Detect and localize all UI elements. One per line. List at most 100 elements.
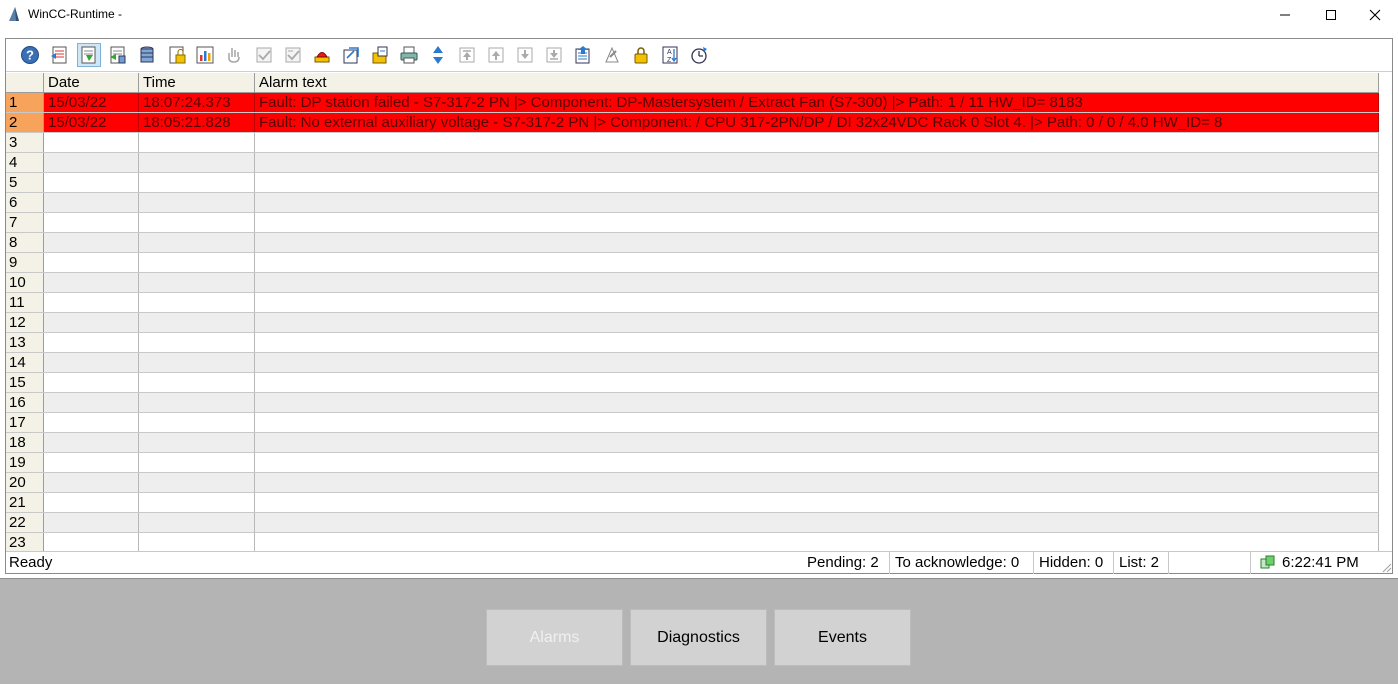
cell-alarm-text xyxy=(255,273,1379,292)
table-row[interactable]: 1 15/03/22 18:07:24.373 Fault: DP station f… xyxy=(6,93,1392,113)
row-number: 16 xyxy=(6,393,44,412)
table-row[interactable]: 19 xyxy=(6,453,1392,473)
cell-date xyxy=(44,533,139,551)
row-number: 2 xyxy=(6,113,44,132)
cell-time xyxy=(139,133,255,152)
cell-alarm-text xyxy=(255,233,1379,252)
row-number: 8 xyxy=(6,233,44,252)
window-title: WinCC-Runtime - xyxy=(28,7,123,21)
info-text-button[interactable] xyxy=(571,43,595,67)
print-icon xyxy=(400,46,418,64)
table-row[interactable]: 5 xyxy=(6,173,1392,193)
cell-date xyxy=(44,413,139,432)
cell-alarm-text: Fault: DP station failed - S7-317-2 PN |… xyxy=(255,93,1379,112)
cell-date xyxy=(44,173,139,192)
column-header-alarm-text[interactable]: Alarm text xyxy=(255,73,1379,93)
last-message-icon xyxy=(546,47,562,63)
horn-button[interactable] xyxy=(310,43,334,67)
table-row[interactable]: 3 xyxy=(6,133,1392,153)
vertical-scrollbar[interactable] xyxy=(1379,73,1392,551)
previous-message-button[interactable] xyxy=(484,43,508,67)
svg-text:Z: Z xyxy=(667,57,672,64)
resize-grip-icon[interactable] xyxy=(1380,561,1392,573)
minimize-button[interactable] xyxy=(1262,0,1308,30)
close-button[interactable] xyxy=(1352,0,1398,30)
time-base-icon xyxy=(691,47,707,64)
row-number: 18 xyxy=(6,433,44,452)
alarms-button[interactable]: Alarms xyxy=(486,609,623,666)
locked-list-button[interactable] xyxy=(165,43,189,67)
lock-button[interactable] xyxy=(629,43,653,67)
hit-list-button[interactable] xyxy=(193,43,217,67)
next-message-button[interactable] xyxy=(513,43,537,67)
cell-time xyxy=(139,273,255,292)
single-acknowledge-button[interactable] xyxy=(222,43,246,67)
cell-date xyxy=(44,313,139,332)
table-row[interactable]: 18 xyxy=(6,433,1392,453)
table-row[interactable]: 17 xyxy=(6,413,1392,433)
maximize-button[interactable] xyxy=(1308,0,1354,30)
first-message-button[interactable] xyxy=(455,43,479,67)
short-term-archive-button[interactable] xyxy=(106,43,130,67)
column-header-time[interactable]: Time xyxy=(139,73,255,93)
status-to-acknowledge: To acknowledge: 0 xyxy=(889,552,1024,574)
row-number: 6 xyxy=(6,193,44,212)
table-row[interactable]: 13 xyxy=(6,333,1392,353)
single-acknowledge-icon xyxy=(228,48,240,63)
table-row[interactable]: 11 xyxy=(6,293,1392,313)
title-bar: WinCC-Runtime - xyxy=(0,0,1398,30)
comment-button[interactable] xyxy=(600,43,624,67)
help-button[interactable]: ? xyxy=(18,43,42,67)
cell-date xyxy=(44,393,139,412)
table-row[interactable]: 4 xyxy=(6,153,1392,173)
emergency-acknowledge-button[interactable] xyxy=(281,43,305,67)
table-row[interactable]: 22 xyxy=(6,513,1392,533)
archive-list-button[interactable] xyxy=(135,43,159,67)
status-pending: Pending: 2 xyxy=(807,554,879,571)
last-message-button[interactable] xyxy=(542,43,566,67)
row-number: 23 xyxy=(6,533,44,551)
table-row[interactable]: 9 xyxy=(6,253,1392,273)
table-row[interactable]: 21 xyxy=(6,493,1392,513)
diagnostics-button[interactable]: Diagnostics xyxy=(630,609,767,666)
autoscroll-button[interactable] xyxy=(426,43,450,67)
info-text-icon xyxy=(575,46,590,64)
history-button[interactable] xyxy=(77,43,101,67)
cell-alarm-text xyxy=(255,413,1379,432)
status-empty-field xyxy=(1168,552,1250,574)
row-number: 3 xyxy=(6,133,44,152)
current-alarms-button[interactable] xyxy=(48,43,72,67)
cell-date xyxy=(44,253,139,272)
row-number-header xyxy=(6,73,44,93)
table-row[interactable]: 7 xyxy=(6,213,1392,233)
table-row[interactable]: 8 xyxy=(6,233,1392,253)
events-button[interactable]: Events xyxy=(774,609,911,666)
print-button[interactable] xyxy=(397,43,421,67)
table-row[interactable]: 23 xyxy=(6,533,1392,551)
cell-date xyxy=(44,133,139,152)
group-acknowledge-icon xyxy=(256,47,272,63)
row-number: 5 xyxy=(6,173,44,192)
cell-alarm-text xyxy=(255,513,1379,532)
table-row[interactable]: 15 xyxy=(6,373,1392,393)
table-row[interactable]: 12 xyxy=(6,313,1392,333)
table-row[interactable]: 6 xyxy=(6,193,1392,213)
column-header-date[interactable]: Date xyxy=(44,73,139,93)
cell-date: 15/03/22 xyxy=(44,113,139,132)
group-acknowledge-button[interactable] xyxy=(252,43,276,67)
table-row[interactable]: 14 xyxy=(6,353,1392,373)
row-number: 7 xyxy=(6,213,44,232)
cell-time xyxy=(139,533,255,551)
table-row[interactable]: 20 xyxy=(6,473,1392,493)
table-row[interactable]: 10 xyxy=(6,273,1392,293)
cell-time xyxy=(139,353,255,372)
cell-time xyxy=(139,153,255,172)
table-row[interactable]: 16 xyxy=(6,393,1392,413)
selection-dialog-button[interactable] xyxy=(339,43,363,67)
status-list: List: 2 xyxy=(1113,552,1164,574)
time-base-button[interactable] xyxy=(687,43,711,67)
sort-button[interactable]: AZ xyxy=(658,43,682,67)
table-row[interactable]: 2 15/03/22 18:05:21.828 Fault: No external … xyxy=(6,113,1392,133)
display-options-button[interactable] xyxy=(368,43,392,67)
selection-dialog-icon xyxy=(343,47,359,64)
